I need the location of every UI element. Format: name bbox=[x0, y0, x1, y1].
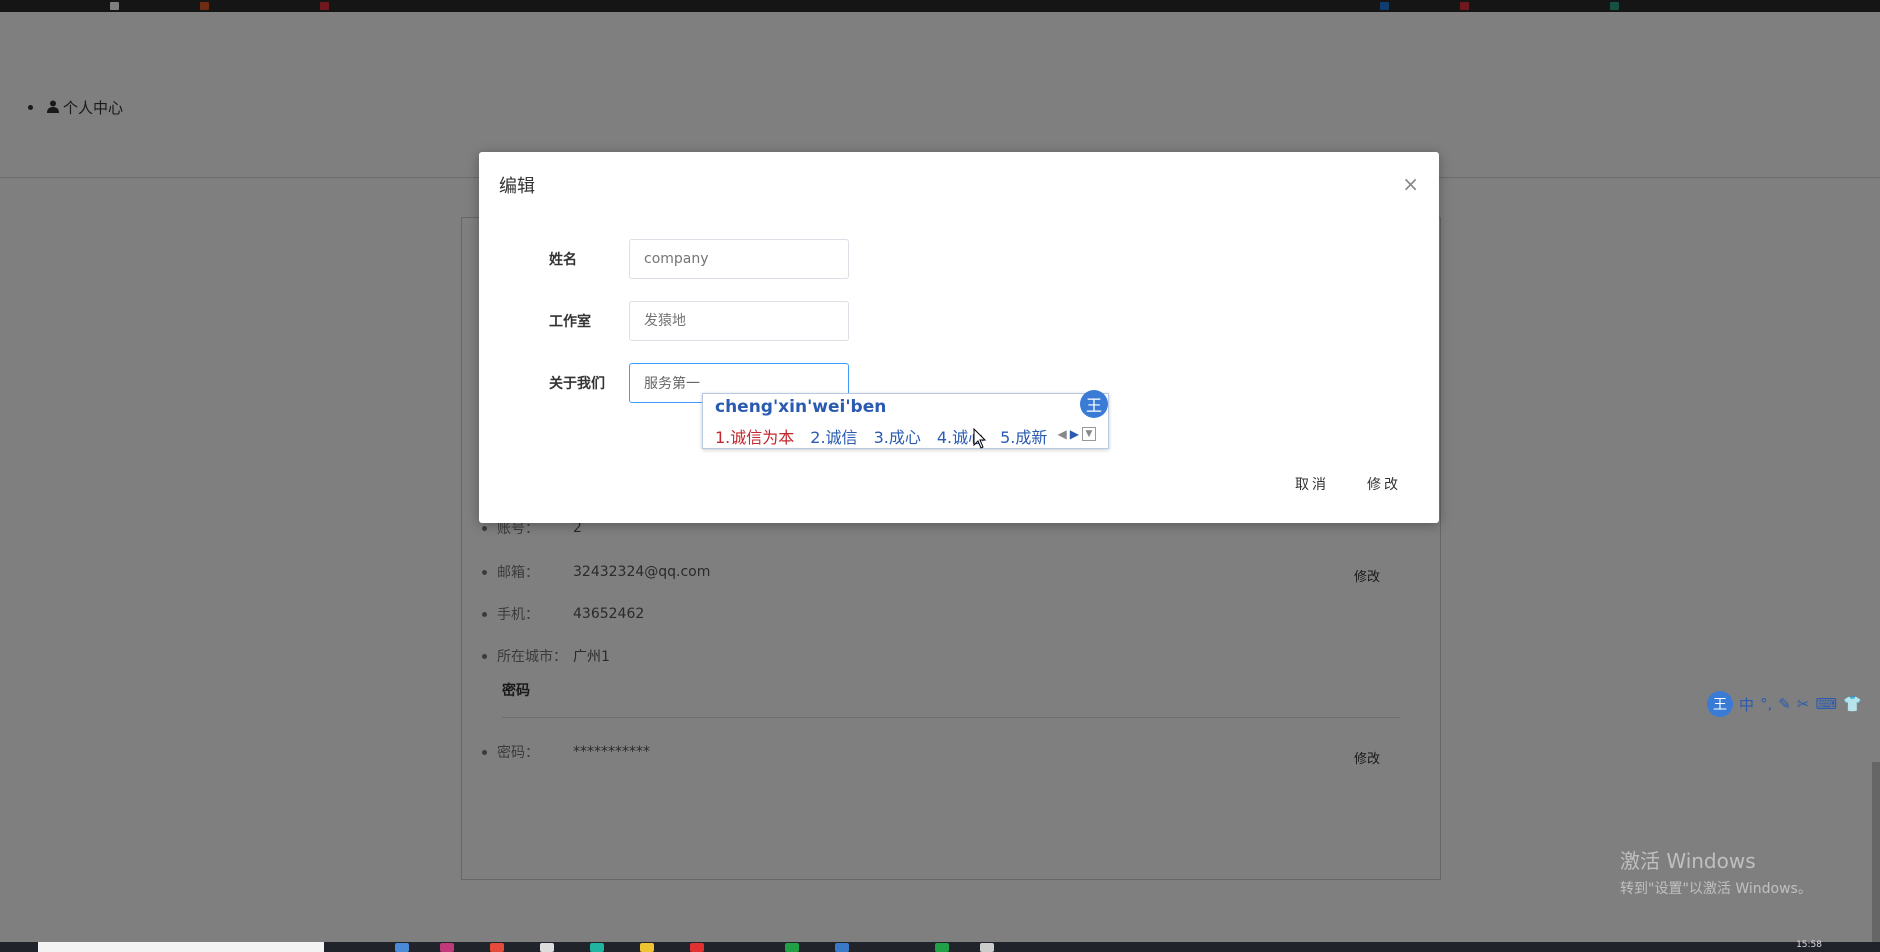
keyboard-icon[interactable]: ⌨ bbox=[1815, 695, 1837, 713]
ime-toolbar: 王 中 °, ✎ ✂ ⌨ 👕 bbox=[1707, 690, 1880, 718]
ime-candidate[interactable]: 1.诚信为本 bbox=[715, 424, 794, 448]
skin-icon[interactable]: 👕 bbox=[1843, 695, 1862, 713]
about-label: 关于我们 bbox=[549, 376, 605, 392]
dialog-title: 编辑 bbox=[499, 176, 535, 197]
taskbar-app-icon[interactable] bbox=[395, 943, 409, 952]
ime-candidate[interactable]: 2.诚信 bbox=[810, 424, 857, 448]
ime-candidate[interactable]: 5.成新 bbox=[1000, 424, 1047, 448]
taskbar-app-icon[interactable] bbox=[640, 943, 654, 952]
taskbar-app-icon[interactable] bbox=[785, 943, 799, 952]
taskbar-app-icon[interactable] bbox=[490, 943, 504, 952]
ime-page-controls: ◀ ▶ ▼ bbox=[1058, 427, 1096, 441]
taskbar-clock[interactable]: 15:58 bbox=[1796, 940, 1822, 950]
scrollbar-thumb[interactable] bbox=[1872, 762, 1880, 942]
ime-toolbar-logo-icon[interactable]: 王 bbox=[1707, 691, 1733, 717]
close-icon[interactable]: × bbox=[1402, 172, 1419, 196]
mouse-cursor-icon bbox=[973, 427, 987, 454]
ime-candidate-list: 1.诚信为本 2.诚信 3.成心 4.诚心 5.成新 bbox=[715, 424, 1063, 448]
taskbar-app-icon[interactable] bbox=[590, 943, 604, 952]
scissors-icon[interactable]: ✂ bbox=[1797, 695, 1810, 713]
taskbar-app-icon[interactable] bbox=[690, 943, 704, 952]
ime-candidate-window: cheng'xin'wei'ben 1.诚信为本 2.诚信 3.成心 4.诚心 … bbox=[702, 393, 1109, 449]
taskbar-app-icon[interactable] bbox=[540, 943, 554, 952]
watermark-subtitle: 转到"设置"以激活 Windows。 bbox=[1620, 881, 1812, 897]
next-page-icon[interactable]: ▶ bbox=[1070, 427, 1079, 441]
prev-page-icon[interactable]: ◀ bbox=[1058, 427, 1067, 441]
name-label: 姓名 bbox=[549, 252, 577, 268]
taskbar-search-box[interactable] bbox=[38, 942, 324, 952]
ime-candidate[interactable]: 3.成心 bbox=[874, 424, 921, 448]
name-input[interactable] bbox=[629, 239, 849, 279]
ime-pinyin-text: cheng'xin'wei'ben bbox=[715, 397, 887, 417]
punctuation-icon[interactable]: °, bbox=[1760, 695, 1772, 713]
windows-activation-watermark: 激活 Windows 转到"设置"以激活 Windows。 bbox=[1620, 845, 1812, 898]
watermark-title: 激活 Windows bbox=[1620, 849, 1756, 873]
expand-icon[interactable]: ▼ bbox=[1082, 427, 1096, 441]
studio-input[interactable] bbox=[629, 301, 849, 341]
taskbar-app-icon[interactable] bbox=[935, 943, 949, 952]
cancel-button[interactable]: 取消 bbox=[1295, 474, 1329, 494]
taskbar-app-icon[interactable] bbox=[835, 943, 849, 952]
taskbar-app-icon[interactable] bbox=[980, 943, 994, 952]
chinese-mode-icon[interactable]: 中 bbox=[1739, 694, 1754, 715]
taskbar-app-icon[interactable] bbox=[440, 943, 454, 952]
edit-dialog: 编辑 × 姓名 工作室 关于我们 取消 修改 bbox=[479, 152, 1439, 523]
submit-button[interactable]: 修改 bbox=[1367, 474, 1401, 494]
windows-taskbar: 15:58 bbox=[0, 940, 1880, 952]
studio-label: 工作室 bbox=[549, 314, 591, 330]
ime-logo-icon: 王 bbox=[1080, 390, 1108, 418]
handwriting-icon[interactable]: ✎ bbox=[1778, 695, 1791, 713]
